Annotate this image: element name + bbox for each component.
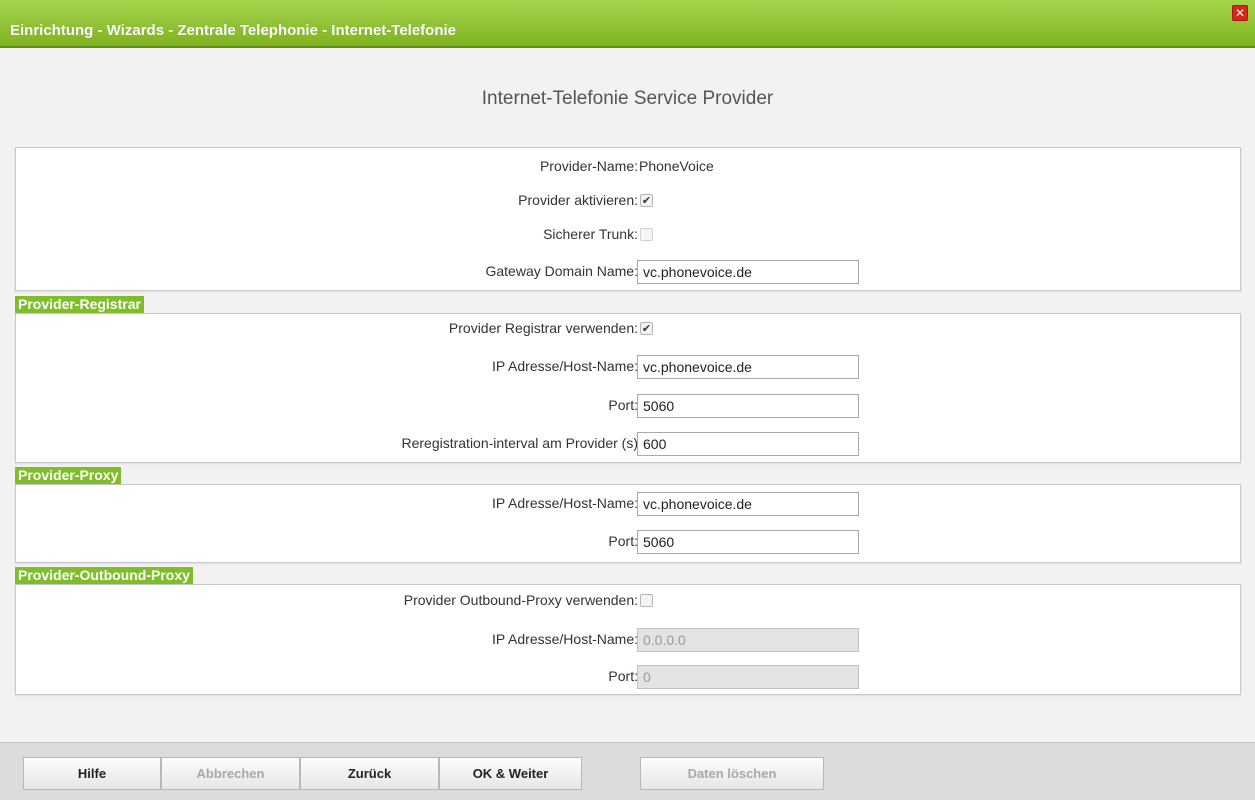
activate-label: Provider aktivieren:: [518, 192, 638, 208]
registrar-host-input[interactable]: [637, 355, 859, 379]
secure-trunk-checkbox: [640, 228, 653, 241]
outbound-panel: Provider Outbound-Proxy verwenden: IP Ad…: [15, 584, 1241, 695]
close-icon[interactable]: ✕: [1232, 5, 1248, 21]
rereg-label: Reregistration-interval am Provider (s): [401, 435, 638, 451]
button-bar: Hilfe Abbrechen Zurück OK & Weiter Daten…: [0, 742, 1255, 800]
rereg-interval-input[interactable]: [637, 432, 859, 456]
provider-name-value: PhoneVoice: [639, 158, 714, 174]
gateway-label: Gateway Domain Name:: [485, 263, 638, 279]
rereg-row: Reregistration-interval am Provider (s): [16, 431, 1242, 457]
outbound-use-checkbox[interactable]: [640, 594, 653, 607]
registrar-host-row: IP Adresse/Host-Name:: [16, 354, 1242, 380]
outbound-host-row: IP Adresse/Host-Name:: [16, 627, 1242, 653]
back-button[interactable]: Zurück: [300, 757, 439, 790]
outbound-host-label: IP Adresse/Host-Name:: [491, 631, 638, 647]
secure-trunk-row: Sicherer Trunk:: [16, 222, 1242, 248]
proxy-host-row: IP Adresse/Host-Name:: [16, 491, 1242, 517]
registrar-port-row: Port:: [16, 393, 1242, 419]
outbound-use-row: Provider Outbound-Proxy verwenden:: [16, 588, 1242, 614]
gateway-domain-input[interactable]: [637, 260, 859, 284]
provider-name-label: Provider-Name:: [539, 158, 638, 174]
proxy-host-label: IP Adresse/Host-Name:: [491, 495, 638, 511]
registrar-host-label: IP Adresse/Host-Name:: [491, 358, 638, 374]
proxy-port-label: Port:: [608, 533, 638, 549]
cancel-button: Abbrechen: [161, 757, 300, 790]
outbound-host-input: [637, 628, 859, 652]
activate-row: Provider aktivieren: ✔: [16, 188, 1242, 214]
registrar-port-label: Port:: [608, 397, 638, 413]
proxy-port-input[interactable]: [637, 530, 859, 554]
general-panel: Provider-Name: PhoneVoice Provider aktiv…: [15, 147, 1241, 291]
proxy-section-title: Provider-Proxy: [15, 467, 122, 484]
registrar-use-checkbox[interactable]: ✔: [640, 322, 653, 335]
outbound-use-label: Provider Outbound-Proxy verwenden:: [403, 592, 638, 608]
proxy-port-row: Port:: [16, 529, 1242, 555]
outbound-port-row: Port:: [16, 664, 1242, 690]
registrar-use-label: Provider Registrar verwenden:: [448, 320, 638, 336]
outbound-port-label: Port:: [608, 668, 638, 684]
registrar-panel: Provider Registrar verwenden: ✔ IP Adres…: [15, 313, 1241, 463]
proxy-panel: IP Adresse/Host-Name: Port:: [15, 484, 1241, 563]
page-title: Internet-Telefonie Service Provider: [481, 88, 774, 109]
window-title: Einrichtung - Wizards - Zentrale Telepho…: [10, 22, 457, 39]
ok-next-button[interactable]: OK & Weiter: [439, 757, 582, 790]
outbound-section-title: Provider-Outbound-Proxy: [15, 567, 193, 584]
registrar-port-input[interactable]: [637, 394, 859, 418]
secure-trunk-label: Sicherer Trunk:: [543, 226, 638, 242]
delete-data-button: Daten löschen: [640, 757, 824, 790]
activate-checkbox[interactable]: ✔: [640, 194, 653, 207]
title-bar: Einrichtung - Wizards - Zentrale Telepho…: [0, 0, 1255, 48]
proxy-host-input[interactable]: [637, 492, 859, 516]
outbound-port-input: [637, 665, 859, 689]
registrar-section-title: Provider-Registrar: [15, 296, 144, 313]
registrar-use-row: Provider Registrar verwenden: ✔: [16, 316, 1242, 342]
gateway-row: Gateway Domain Name:: [16, 259, 1242, 285]
provider-name-row: Provider-Name: PhoneVoice: [16, 154, 1242, 180]
help-button[interactable]: Hilfe: [23, 757, 161, 790]
